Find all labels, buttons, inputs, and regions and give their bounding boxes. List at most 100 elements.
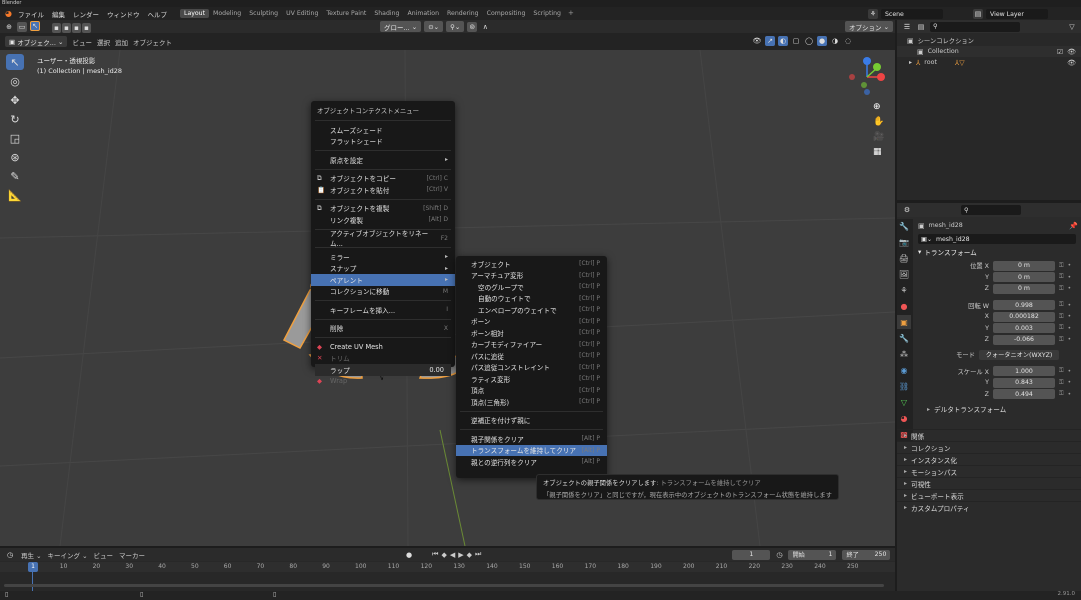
falloff-icon[interactable]: ∧ [480, 22, 490, 32]
transform-value-field[interactable]: 0.998 [993, 300, 1055, 311]
properties-section[interactable]: カスタムプロパティ [897, 501, 1081, 513]
parent-menu-item[interactable]: オブジェクト [Ctrl] P [456, 258, 607, 270]
proportional-edit-icon[interactable]: ⊚ [467, 21, 478, 32]
properties-editor-icon[interactable]: ⚙ [902, 205, 912, 215]
physics-tab-icon[interactable]: ◉ [897, 363, 911, 377]
transform-tool-icon[interactable]: ⊛ [6, 149, 24, 165]
outliner-display-icon[interactable]: ▤ [916, 22, 926, 32]
outliner-item-root[interactable]: root [924, 59, 937, 66]
outliner-editor-icon[interactable]: ☰ [902, 22, 912, 32]
world-tab-icon[interactable]: ● [897, 299, 911, 313]
main-menu-item[interactable]: ウィンドウ [107, 9, 140, 19]
filter-icon[interactable]: ▽ [1067, 22, 1077, 32]
transform-value-field[interactable]: 0 m [993, 260, 1055, 271]
workspace-tab[interactable]: Animation [403, 9, 443, 18]
lock-icon[interactable]: ⚿ [1059, 390, 1064, 398]
delta-transform-section[interactable]: デルタトランスフォーム [915, 403, 1081, 415]
play-reverse-icon[interactable]: ◀ [450, 551, 455, 559]
main-menu-item[interactable]: ヘルプ [148, 9, 168, 19]
lock-icon[interactable]: ⚿ [1059, 262, 1064, 270]
transform-value-field[interactable]: 0.003 [993, 323, 1055, 334]
pin-icon[interactable]: 📌 [1069, 222, 1078, 230]
viewport-menu-object[interactable]: オブジェクト [133, 37, 172, 47]
context-menu-item[interactable]: ◆ Create UV Mesh [311, 341, 455, 353]
viewport-menu-view[interactable]: ビュー [72, 37, 92, 47]
parent-menu-item[interactable]: 頂点 [Ctrl] P [456, 385, 607, 397]
parent-menu-item[interactable]: ボーン [Ctrl] P [456, 316, 607, 328]
rotate-tool-icon[interactable]: ↻ [6, 111, 24, 127]
parent-menu-item[interactable]: 頂点(三角形) [Ctrl] P [456, 396, 607, 408]
context-menu-item[interactable]: ラップ 0.00 [315, 364, 451, 376]
particles-tab-icon[interactable]: ⁂ [897, 347, 911, 361]
xray-icon[interactable]: ▢ [791, 36, 801, 46]
workspace-tab[interactable]: Scripting [529, 9, 565, 18]
collection-label[interactable]: Collection [928, 48, 959, 55]
playhead[interactable]: 1 [28, 562, 38, 572]
transform-value-field[interactable]: 0 m [993, 272, 1055, 283]
workspace-tab[interactable]: Layout [180, 9, 210, 18]
lock-icon[interactable]: ⚿ [1059, 301, 1064, 309]
navigation-gizmo[interactable] [840, 52, 890, 102]
start-frame-field[interactable]: 開始 1 [788, 549, 837, 560]
viewport-menu-select[interactable]: 選択 [97, 37, 110, 47]
context-menu-item[interactable]: アクティブオブジェクトをリネーム... F2 [311, 230, 455, 248]
lock-icon[interactable]: ⚿ [1059, 324, 1064, 332]
parent-menu-item[interactable]: エンベロープのウェイトで [Ctrl] P [456, 304, 607, 316]
properties-section[interactable]: コレクション [897, 441, 1081, 453]
shading-wireframe-icon[interactable]: ◯ [804, 36, 814, 46]
main-menu-item[interactable]: 編集 [52, 9, 65, 19]
context-menu-item[interactable]: 削除 X [311, 323, 455, 335]
record-icon[interactable]: ● [406, 551, 412, 559]
prev-key-icon[interactable]: ◆ [441, 551, 446, 559]
parent-menu-item[interactable]: 逆補正を付けず親に [456, 415, 607, 427]
select-tool-icon[interactable]: ↖ [6, 54, 24, 70]
output-tab-icon[interactable]: 🖨 [897, 251, 911, 265]
annotate-tool-icon[interactable]: ✎ [6, 168, 24, 184]
viewport-menu-add[interactable]: 追加 [115, 37, 128, 47]
context-menu-item[interactable]: ⧉ オブジェクトをコピー [Ctrl] C [311, 173, 455, 185]
view-layer-tab-icon[interactable]: 🖼 [897, 267, 911, 281]
snap-dropdown[interactable]: ⚲⌄ [446, 21, 465, 32]
lock-icon[interactable]: ⚿ [1059, 285, 1064, 293]
properties-section[interactable]: ビューポート表示 [897, 489, 1081, 501]
scene-collection-label[interactable]: シーンコレクション [918, 36, 974, 45]
object-name-field[interactable]: ▣⌄ mesh_id28 [918, 234, 1076, 244]
keyframe-dot-icon[interactable]: • [1068, 313, 1072, 320]
keyframe-dot-icon[interactable]: • [1068, 325, 1072, 332]
properties-section[interactable]: 関係 [897, 429, 1081, 441]
mode-new-icon[interactable]: ▪ [52, 23, 61, 33]
mode-dropdown[interactable]: ▣ オブジェク... ⌄ [5, 36, 68, 47]
properties-section[interactable]: インスタンス化 [897, 453, 1081, 465]
lock-icon[interactable]: ⚿ [1059, 367, 1064, 375]
context-menu-item[interactable]: スナップ ▸ [311, 263, 455, 275]
main-menu-item[interactable]: レンダー [73, 9, 99, 19]
transform-value-field[interactable]: 0.843 [993, 377, 1055, 388]
play-icon[interactable]: ▶ [458, 551, 463, 559]
current-frame-field[interactable]: 1 [732, 549, 771, 560]
keyframe-dot-icon[interactable]: • [1068, 302, 1072, 309]
options-dropdown[interactable]: オプション ⌄ [845, 21, 894, 32]
shading-solid-icon[interactable]: ● [817, 36, 827, 46]
main-menu-item[interactable]: ファイル [18, 9, 44, 19]
end-frame-field[interactable]: 終了 250 [842, 549, 891, 560]
perspective-grid-icon[interactable]: ▦ [873, 147, 884, 157]
measure-tool-icon[interactable]: 📐 [6, 187, 24, 203]
context-menu-item[interactable]: 原点を設定 ▸ [311, 154, 455, 166]
context-menu-item[interactable]: キーフレームを挿入... I [311, 304, 455, 316]
lock-icon[interactable]: ⚿ [1059, 313, 1064, 321]
context-menu-item[interactable]: ミラー ▸ [311, 251, 455, 263]
parent-menu-item[interactable]: アーマチュア変形 [Ctrl] P [456, 270, 607, 282]
timeline-editor-icon[interactable]: ◷ [5, 550, 15, 560]
lock-icon[interactable]: ⚿ [1059, 336, 1064, 344]
keyframe-dot-icon[interactable]: • [1068, 274, 1072, 281]
context-menu-item[interactable]: コレクションに移動 M [311, 286, 455, 298]
transform-value-field[interactable]: 0.000182 [993, 311, 1055, 322]
outliner-search[interactable]: ⚲ [930, 21, 1020, 32]
scale-tool-icon[interactable]: ◲ [6, 130, 24, 146]
zoom-icon[interactable]: ⊕ [873, 102, 884, 112]
properties-search[interactable]: ⚲ [961, 205, 1021, 215]
transform-panel-header[interactable]: ▾ トランスフォーム [915, 246, 1081, 258]
workspace-tab[interactable]: UV Editing [282, 9, 322, 18]
keyframe-dot-icon[interactable]: • [1068, 379, 1072, 386]
keyframe-dot-icon[interactable]: • [1068, 368, 1072, 375]
